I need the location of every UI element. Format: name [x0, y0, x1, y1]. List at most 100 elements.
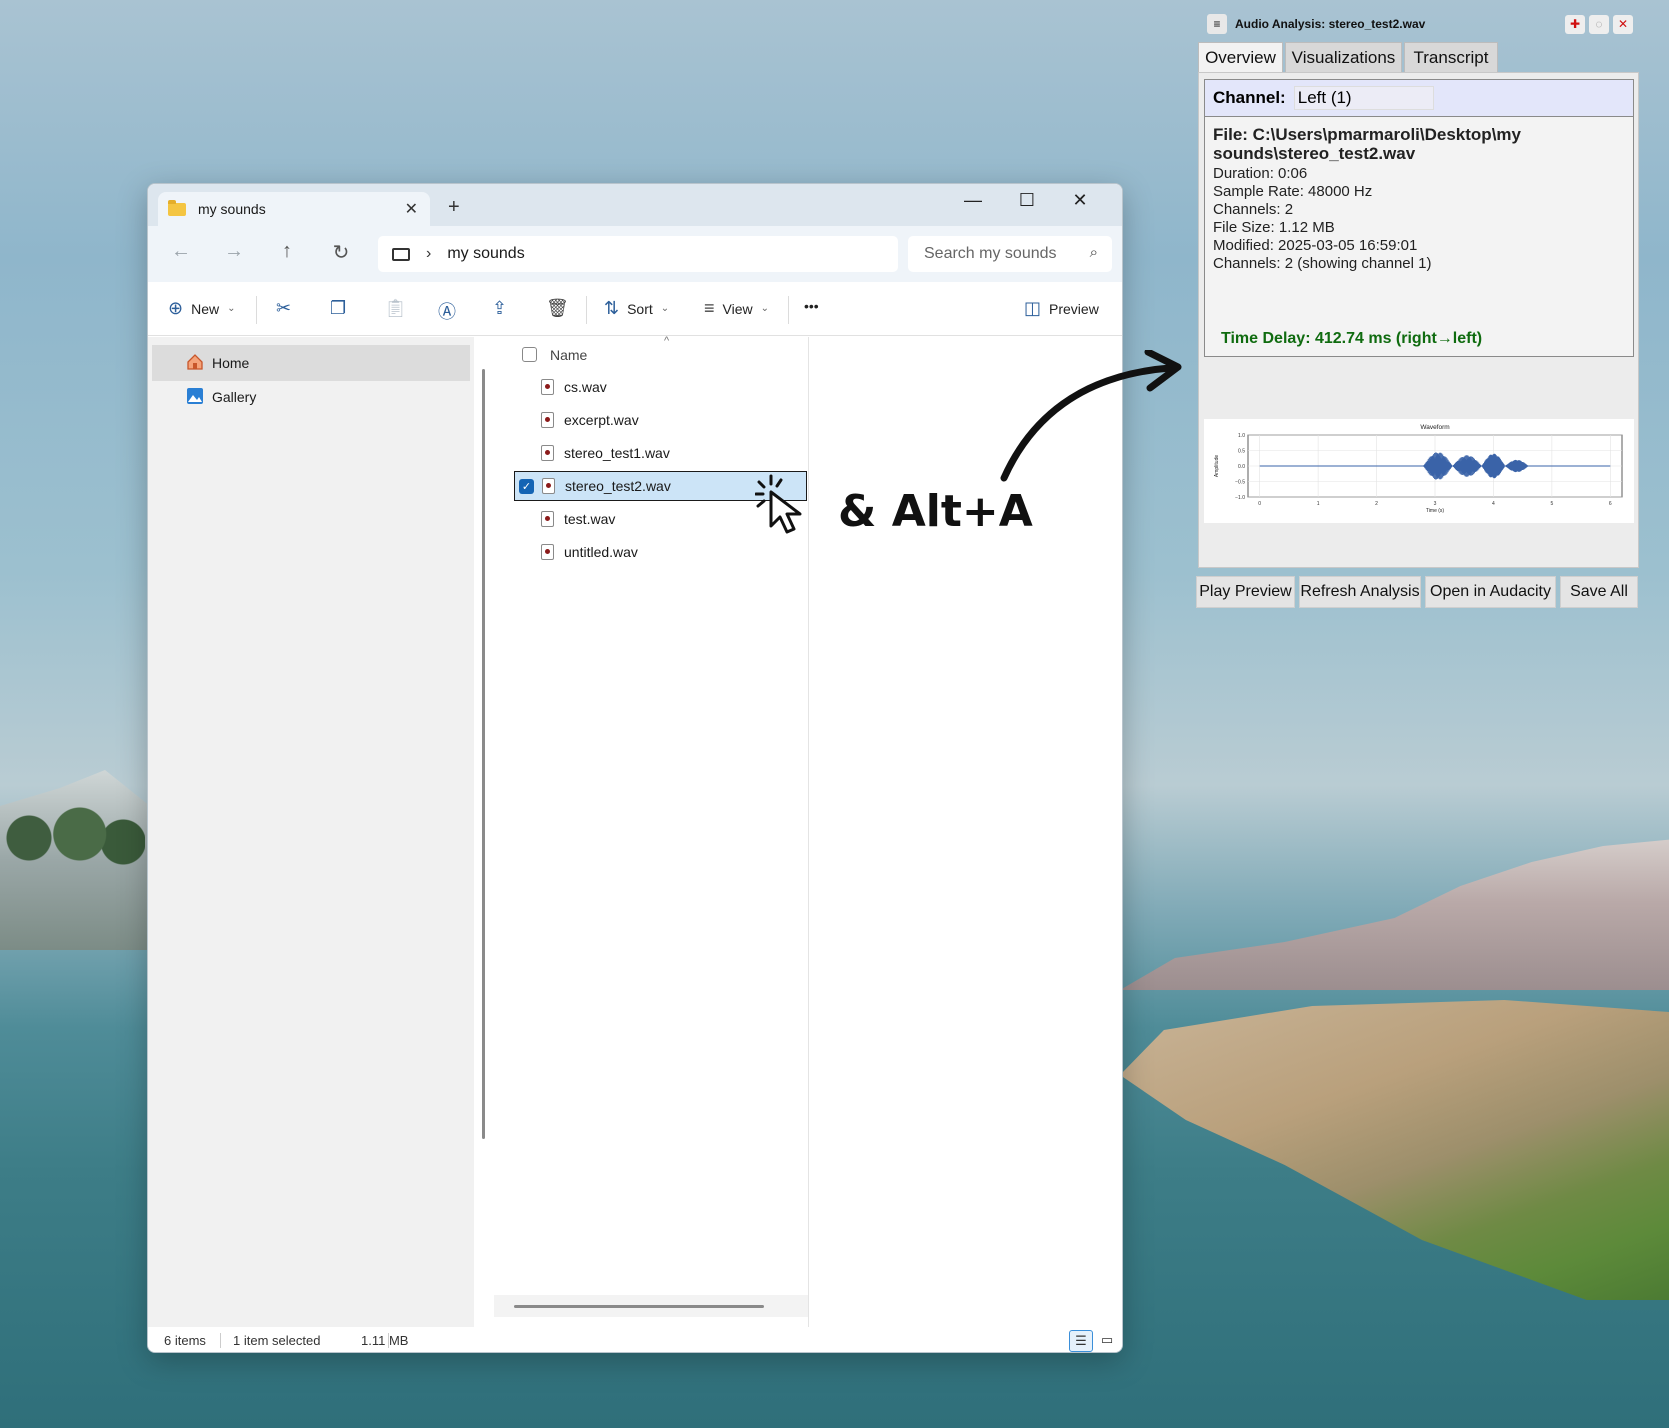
explorer-titlebar: my sounds ✕ + — ☐ ✕: [148, 184, 1122, 226]
address-bar[interactable]: › my sounds: [378, 236, 898, 272]
menu-icon[interactable]: ≡: [1207, 14, 1227, 34]
x-tick-label: 2: [1375, 501, 1378, 507]
back-arrow-icon[interactable]: ←: [166, 240, 196, 263]
sidebar-item-home[interactable]: Home: [152, 345, 470, 381]
preview-pane-button[interactable]: ◫ Preview: [1024, 298, 1099, 319]
tab-overview[interactable]: Overview: [1198, 42, 1283, 72]
refresh-analysis-button[interactable]: Refresh Analysis: [1299, 576, 1421, 608]
explorer-tab[interactable]: my sounds ✕: [158, 192, 430, 226]
sidebar-item-gallery[interactable]: Gallery: [152, 379, 470, 415]
details-view-button[interactable]: ☰: [1069, 1330, 1093, 1352]
info-channels: Channels: 2: [1213, 201, 1294, 218]
this-pc-icon[interactable]: [392, 247, 410, 261]
file-name: cs.wav: [564, 379, 607, 395]
navigation-bar: ← → ↑ ↻ › my sounds Search my sounds ⌕: [148, 226, 1122, 282]
action-buttons: Play Preview Refresh Analysis Open in Au…: [1195, 576, 1639, 608]
sort-ascending-icon: ^: [664, 335, 670, 347]
play-preview-button[interactable]: Play Preview: [1196, 576, 1295, 608]
new-button[interactable]: ⊕ New ⌄: [168, 298, 236, 319]
grass-field-backdrop: [1120, 1000, 1669, 1300]
search-icon: ⌕: [1089, 244, 1098, 261]
more-options-button[interactable]: •••: [804, 298, 819, 314]
forward-arrow-icon[interactable]: →: [219, 240, 249, 263]
audio-file-icon: [541, 544, 554, 560]
items-count: 6 items: [164, 1333, 206, 1348]
name-column-header[interactable]: Name: [550, 347, 587, 363]
folder-icon: [168, 199, 186, 216]
y-axis-label: Amplitude: [1214, 455, 1220, 477]
row-checkbox[interactable]: [518, 446, 533, 461]
close-tab-icon[interactable]: ✕: [405, 199, 418, 219]
paste-button[interactable]: 📋︎: [384, 298, 407, 319]
file-row[interactable]: stereo_test1.wav: [514, 438, 807, 468]
selection-count: 1 item selected: [233, 1333, 321, 1348]
row-checkbox[interactable]: [518, 545, 533, 560]
open-in-audacity-button[interactable]: Open in Audacity: [1425, 576, 1556, 608]
breadcrumb-chevron-icon[interactable]: ›: [426, 245, 431, 263]
up-arrow-icon[interactable]: ↑: [272, 240, 302, 263]
horizontal-scrollbar[interactable]: [514, 1305, 764, 1308]
trash-icon: 🗑︎: [546, 298, 569, 318]
left-trees-backdrop: [0, 790, 145, 870]
pin-icon[interactable]: ✚: [1565, 15, 1585, 34]
audio-analysis-window: ≡ Audio Analysis: stereo_test2.wav ✚ ◌ ✕…: [1195, 10, 1639, 610]
channel-dropdown[interactable]: Left (1): [1293, 86, 1434, 110]
tiles-view-button[interactable]: ▭: [1095, 1330, 1119, 1352]
copy-button[interactable]: ❐: [330, 298, 346, 319]
maximize-button[interactable]: ☐: [1007, 190, 1047, 211]
row-checkbox[interactable]: [518, 413, 533, 428]
breadcrumb-current[interactable]: my sounds: [447, 245, 524, 263]
info-modified: Modified: 2025-03-05 16:59:01: [1213, 237, 1418, 254]
tab-visualizations[interactable]: Visualizations: [1285, 42, 1402, 72]
preview-label: Preview: [1049, 300, 1099, 317]
checked-checkbox-icon[interactable]: ✓: [519, 478, 534, 494]
restore-icon[interactable]: ◌: [1589, 15, 1609, 34]
sidebar-scrollbar[interactable]: [482, 369, 485, 1139]
channel-selector-row: Channel: Left (1): [1204, 79, 1634, 117]
delete-button[interactable]: 🗑︎: [546, 298, 569, 319]
refresh-icon[interactable]: ↻: [326, 240, 356, 265]
file-name: stereo_test1.wav: [564, 445, 670, 461]
sidebar-item-label: Gallery: [212, 389, 257, 405]
preview-pane-icon: ◫: [1024, 298, 1042, 318]
file-row[interactable]: excerpt.wav: [514, 405, 807, 435]
select-all-checkbox[interactable]: [522, 347, 537, 362]
status-divider: [388, 1333, 389, 1348]
search-input[interactable]: Search my sounds ⌕: [908, 236, 1112, 272]
navigation-pane: Home Gallery: [148, 337, 474, 1327]
curved-arrow-annotation: [1000, 350, 1182, 482]
sort-button[interactable]: ⇅ Sort ⌄: [604, 298, 669, 319]
row-checkbox[interactable]: [518, 512, 533, 527]
y-tick-label: −0.5: [1235, 480, 1245, 486]
column-header[interactable]: Name ^: [494, 335, 808, 373]
save-all-button[interactable]: Save All: [1560, 576, 1638, 608]
new-tab-button[interactable]: +: [448, 196, 460, 219]
audio-window-title: Audio Analysis: stereo_test2.wav: [1235, 17, 1426, 31]
plus-circle-icon: ⊕: [168, 298, 184, 318]
chevron-down-icon: ⌄: [227, 303, 236, 314]
tab-transcript[interactable]: Transcript: [1404, 42, 1498, 72]
audio-file-icon: [541, 412, 554, 428]
sidebar-item-label: Home: [212, 355, 250, 371]
rename-button[interactable]: Ⓐ: [438, 298, 456, 324]
click-cursor-icon: [755, 474, 802, 534]
view-button[interactable]: ≡ View ⌄: [704, 298, 769, 319]
cut-button[interactable]: ✂: [276, 298, 291, 319]
share-button[interactable]: ⇪: [492, 298, 507, 319]
minimize-button[interactable]: —: [953, 190, 993, 211]
y-tick-label: 0.5: [1238, 449, 1245, 455]
file-row[interactable]: untitled.wav: [514, 537, 807, 567]
status-bar: 6 items 1 item selected 1.11 MB ☰ ▭: [148, 1327, 1122, 1352]
y-tick-label: 1.0: [1238, 433, 1245, 439]
file-info-panel: File: C:\Users\pmarmaroli\Desktop\my sou…: [1204, 117, 1634, 357]
file-row[interactable]: cs.wav: [514, 372, 807, 402]
sort-icon: ⇅: [604, 298, 620, 318]
chevron-down-icon: ⌄: [760, 303, 769, 314]
close-window-button[interactable]: ✕: [1060, 190, 1100, 211]
info-sample-rate: Sample Rate: 48000 Hz: [1213, 183, 1373, 200]
row-checkbox[interactable]: [518, 380, 533, 395]
close-icon[interactable]: ✕: [1613, 15, 1633, 34]
x-tick-label: 6: [1609, 501, 1612, 507]
scissors-icon: ✂: [276, 298, 292, 318]
view-list-icon: ≡: [704, 298, 715, 318]
